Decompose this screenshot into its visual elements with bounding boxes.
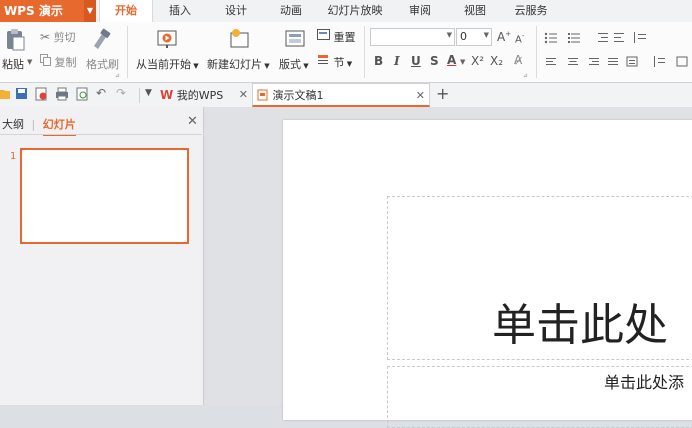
clear-format-icon[interactable]: A̷ [514,53,522,67]
copy-button[interactable]: 复制 [40,54,77,70]
doc-tab-presentation[interactable]: 演示文稿1 ✕ [252,83,430,107]
undo-icon[interactable]: ↶ [96,86,106,100]
font-color-button[interactable]: A [447,53,456,67]
justify-icon [608,58,618,65]
format-painter-icon[interactable] [90,28,112,53]
print-preview-icon[interactable] [76,87,90,104]
chevron-down-icon: ▼ [262,62,270,70]
chevron-down-icon: ▼ [483,31,489,39]
section-icon [318,55,328,64]
align-center-icon [568,58,578,65]
redo-icon[interactable]: ↷ [116,86,126,100]
chevron-down-icon: ▼ [446,31,452,39]
indent-icon [598,33,608,42]
tab-animation[interactable]: 动画 [271,0,311,22]
title-placeholder[interactable]: 单击此处 [387,196,692,360]
chevron-down-icon: ▼ [191,62,199,70]
close-icon[interactable]: ✕ [239,83,248,107]
presentation-file-icon [257,89,268,101]
new-slide-button[interactable]: 新建幻灯片 ▼ [207,56,270,72]
strikethrough-button[interactable]: S [430,54,439,68]
align-left-icon [546,58,556,65]
title-placeholder-text: 单击此处 [492,300,668,351]
paste-icon [7,29,25,51]
line-spacing-icon [634,32,646,43]
shrink-font-icon[interactable]: A- [515,32,524,45]
paste-label[interactable]: 粘贴 [2,56,24,72]
distribute-icon [626,56,638,67]
panel-tabs: 大纲 | 幻灯片 [2,116,76,136]
subscript-button[interactable]: X₂ [490,54,503,68]
subtitle-placeholder-text: 单击此处添 [604,373,685,392]
chevron-down-icon: ▼ [301,62,309,70]
font-family-select[interactable]: ▼ [370,28,455,46]
underline-button[interactable]: U [411,54,421,68]
print-icon[interactable] [55,87,69,104]
tab-view[interactable]: 视图 [455,0,495,22]
chevron-down-icon[interactable]: ▼ [27,58,32,66]
tab-outline[interactable]: 大纲 [2,118,24,131]
numbering-icon [568,33,580,43]
slide-thumbnail[interactable] [20,148,189,244]
grow-font-icon[interactable]: A+ [497,30,511,44]
tab-review[interactable]: 审阅 [400,0,440,22]
reset-icon [317,29,330,40]
ribbon-divider [127,26,128,78]
doc-tab-my-wps[interactable]: W 我的WPS ✕ [160,83,252,107]
tab-insert[interactable]: 插入 [160,0,200,22]
copy-icon [40,54,51,66]
font-size-select[interactable]: 0 ▼ [456,28,492,46]
ribbon-divider [536,26,537,78]
text-direction-icon [654,56,665,67]
app-name: WPS 演示 [4,4,63,18]
section-button[interactable]: 节 ▼ [317,54,352,70]
play-from-current-icon[interactable] [156,28,180,53]
new-tab-icon[interactable]: + [436,84,449,103]
dialog-launcher-icon[interactable]: ⊿ [523,72,528,79]
italic-button[interactable]: I [394,54,400,68]
app-menu-button[interactable]: WPS 演示 [0,0,84,22]
layout-button[interactable]: 版式 ▼ [279,56,309,72]
chevron-down-icon[interactable]: ▼ [145,88,152,98]
tab-design[interactable]: 设计 [216,0,256,22]
paragraph-group [542,28,692,78]
toolbar-divider [139,88,140,103]
superscript-button[interactable]: X² [471,54,484,68]
save-icon[interactable] [15,87,29,104]
align-right-icon [589,58,599,65]
scissors-icon: ✂ [40,30,51,44]
format-painter-button[interactable]: 格式刷 [86,56,119,72]
slide[interactable]: 单击此处 单击此处添 [283,120,692,428]
reset-button[interactable]: 重置 [317,29,356,45]
chevron-down-icon[interactable]: ▼ [84,0,96,22]
open-icon[interactable] [0,87,12,104]
chevron-down-icon[interactable]: ▼ [460,58,465,66]
close-icon[interactable]: ✕ [416,84,425,108]
cut-button[interactable]: ✂ 剪切 [40,29,76,45]
from-current-button[interactable]: 从当前开始 ▼ [136,56,199,72]
bold-button[interactable]: B [374,54,383,68]
wps-logo-icon: W [160,88,174,102]
tab-cloud-services[interactable]: 云服务 [508,0,554,22]
panel-divider [0,134,202,135]
tab-slideshow[interactable]: 幻灯片放映 [322,0,388,22]
new-slide-icon[interactable] [228,28,252,53]
chevron-down-icon: ▼ [344,60,353,68]
dialog-launcher-icon[interactable]: ⊿ [115,72,120,79]
layout-icon[interactable] [284,28,306,53]
slide-number: 1 [10,151,17,162]
ribbon-divider [364,26,365,78]
tab-home[interactable]: 开始 [99,0,153,23]
subtitle-placeholder[interactable]: 单击此处添 [387,366,692,428]
export-pdf-icon[interactable] [35,87,49,104]
close-icon[interactable]: ✕ [187,114,198,129]
outdent-icon [614,33,624,42]
paste-button[interactable] [4,28,26,55]
bullets-icon [544,32,557,44]
